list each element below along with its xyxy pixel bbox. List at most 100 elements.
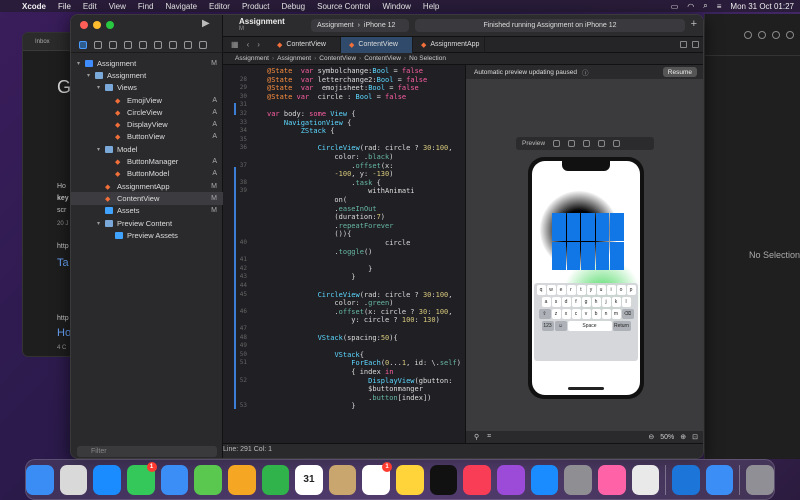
- keyboard-key[interactable]: i: [606, 285, 616, 295]
- zoom-fit-icon[interactable]: ⊡: [692, 433, 698, 441]
- sidebar-item[interactable]: ▾ Preview Content: [71, 217, 223, 229]
- code-line[interactable]: .button[index]): [267, 394, 431, 402]
- code-line[interactable]: .easeInOut: [267, 205, 376, 213]
- browser-link[interactable]: Ho: [57, 327, 71, 339]
- sidebar-item[interactable]: ▾ Assignment: [71, 69, 223, 81]
- mail-icon[interactable]: [160, 464, 189, 495]
- code-line[interactable]: }: [267, 402, 355, 410]
- tv-icon[interactable]: [429, 464, 458, 495]
- code-line[interactable]: @State var circle : Bool = false: [267, 93, 406, 101]
- wifi-icon[interactable]: ◠: [687, 2, 694, 11]
- code-line[interactable]: .task {: [267, 179, 381, 187]
- menu-product[interactable]: Product: [242, 2, 270, 11]
- disclosure-icon[interactable]: ▾: [97, 146, 105, 153]
- battery-icon[interactable]: ▭: [671, 2, 679, 11]
- messages-icon[interactable]: 1: [126, 461, 157, 495]
- menu-view[interactable]: View: [109, 2, 126, 11]
- code-line[interactable]: @State var emojisheet:Bool = false: [267, 84, 419, 92]
- code-line[interactable]: color: .green): [267, 299, 393, 307]
- display-grid-cell[interactable]: [552, 242, 566, 270]
- keyboard-key[interactable]: c: [571, 309, 581, 319]
- attributes-inspector-icon[interactable]: [786, 30, 794, 39]
- debug-navigator-icon[interactable]: [169, 40, 177, 49]
- display-grid-cell[interactable]: [581, 242, 595, 270]
- canvas-frame-icon[interactable]: ⌗: [487, 433, 491, 441]
- sidebar-item[interactable]: ◆ ButtonModel A: [71, 168, 223, 180]
- notes-icon[interactable]: [396, 464, 424, 495]
- keyboard-key[interactable]: u: [596, 285, 606, 295]
- menubar-clock[interactable]: Mon 31 Oct 01:27: [730, 2, 794, 11]
- sidebar-item[interactable]: Assets M: [71, 205, 223, 217]
- keyboard-key[interactable]: 123: [541, 321, 554, 331]
- code-line[interactable]: .offset(x: circle ? 30: 100,: [267, 308, 452, 316]
- app-store-icon[interactable]: [530, 464, 559, 495]
- keyboard-key[interactable]: v: [581, 309, 591, 319]
- keyboard-key[interactable]: ⌫: [621, 309, 634, 319]
- keyboard-key[interactable]: e: [556, 285, 566, 295]
- code-line[interactable]: VStack{: [267, 351, 364, 359]
- grid-icon[interactable]: ▦: [231, 40, 239, 49]
- browser-link[interactable]: Ta: [57, 257, 69, 269]
- test-navigator-icon[interactable]: [154, 40, 162, 49]
- sidebar-item[interactable]: ◆ CircleView A: [71, 106, 223, 118]
- code-line[interactable]: -100, y: -130): [267, 170, 393, 178]
- keyboard-key[interactable]: w: [546, 285, 556, 295]
- finder-icon[interactable]: [26, 464, 54, 495]
- xcode-beta-icon[interactable]: [705, 464, 734, 495]
- keyboard-key[interactable]: t: [576, 285, 586, 295]
- menu-help[interactable]: Help: [423, 2, 439, 11]
- keynote-icon[interactable]: [597, 464, 626, 495]
- podcasts-icon[interactable]: [497, 464, 525, 495]
- preview-icon[interactable]: [631, 464, 660, 495]
- code-line[interactable]: $buttonmanger: [267, 385, 423, 393]
- sidebar-item[interactable]: ◆ ButtonView A: [71, 131, 223, 143]
- zoom-in-icon[interactable]: ⊕: [680, 433, 686, 441]
- reminders-icon[interactable]: 1: [362, 461, 393, 495]
- music-icon[interactable]: [463, 464, 491, 495]
- safari-icon[interactable]: [93, 464, 121, 495]
- keyboard-key[interactable]: a: [541, 297, 551, 307]
- tab-content-view[interactable]: ◆ ContentView: [269, 36, 341, 53]
- preview-label[interactable]: Preview: [522, 140, 545, 147]
- run-icon[interactable]: ▶: [202, 18, 210, 29]
- close-icon[interactable]: [80, 21, 88, 29]
- disclosure-icon[interactable]: ▾: [77, 60, 85, 67]
- keyboard-key[interactable]: l: [621, 297, 631, 307]
- display-grid-cell[interactable]: [552, 213, 566, 241]
- resume-button[interactable]: Resume: [662, 67, 697, 77]
- menu-editor[interactable]: Editor: [209, 2, 230, 11]
- scheme-selector[interactable]: Assignment › iPhone 12: [311, 19, 409, 32]
- split-editor-icon[interactable]: [692, 41, 699, 48]
- tab-assignment-app[interactable]: ◆ AssignmentApp: [413, 36, 485, 53]
- breadcrumb-item[interactable]: ContentView: [364, 55, 401, 62]
- tab-content-view-active[interactable]: ◆ ContentView: [341, 36, 413, 53]
- code-line[interactable]: on(: [267, 196, 347, 204]
- display-grid-cell[interactable]: [595, 242, 610, 270]
- breadcrumb-item[interactable]: ContentView: [319, 55, 356, 62]
- keyboard-key[interactable]: k: [611, 297, 621, 307]
- keyboard-key[interactable]: f: [571, 297, 581, 307]
- keyboard-key[interactable]: m: [611, 309, 621, 319]
- disclosure-icon[interactable]: ▾: [87, 72, 95, 79]
- code-line[interactable]: ForEach(0...1, id: \.self): [267, 359, 461, 367]
- menu-find[interactable]: Find: [138, 2, 154, 11]
- code-line[interactable]: { index in: [267, 368, 393, 376]
- code-line[interactable]: (duration:7): [267, 213, 385, 221]
- control-center-icon[interactable]: ≡: [717, 2, 722, 11]
- facetime-icon[interactable]: [261, 464, 290, 495]
- breakpoint-navigator-icon[interactable]: [184, 40, 192, 49]
- keyboard-key[interactable]: ☺: [554, 321, 567, 331]
- code-line[interactable]: CircleView(rad: circle ? 30:100,: [267, 291, 453, 299]
- keyboard-key[interactable]: j: [601, 297, 611, 307]
- selectable-icon[interactable]: [568, 140, 576, 147]
- sidebar-item[interactable]: ◆ ButtonManager A: [71, 155, 223, 167]
- menu-debug[interactable]: Debug: [282, 2, 306, 11]
- code-line[interactable]: .offset(x:: [267, 162, 393, 170]
- code-line[interactable]: }: [267, 265, 372, 273]
- code-line[interactable]: NavigationView {: [267, 119, 351, 127]
- display-grid-cell[interactable]: [566, 242, 581, 270]
- code-line[interactable]: y: circle ? 100: 130): [267, 316, 440, 324]
- menu-navigate[interactable]: Navigate: [165, 2, 197, 11]
- forward-icon[interactable]: ›: [257, 40, 260, 49]
- code-line[interactable]: ZStack {: [267, 127, 335, 135]
